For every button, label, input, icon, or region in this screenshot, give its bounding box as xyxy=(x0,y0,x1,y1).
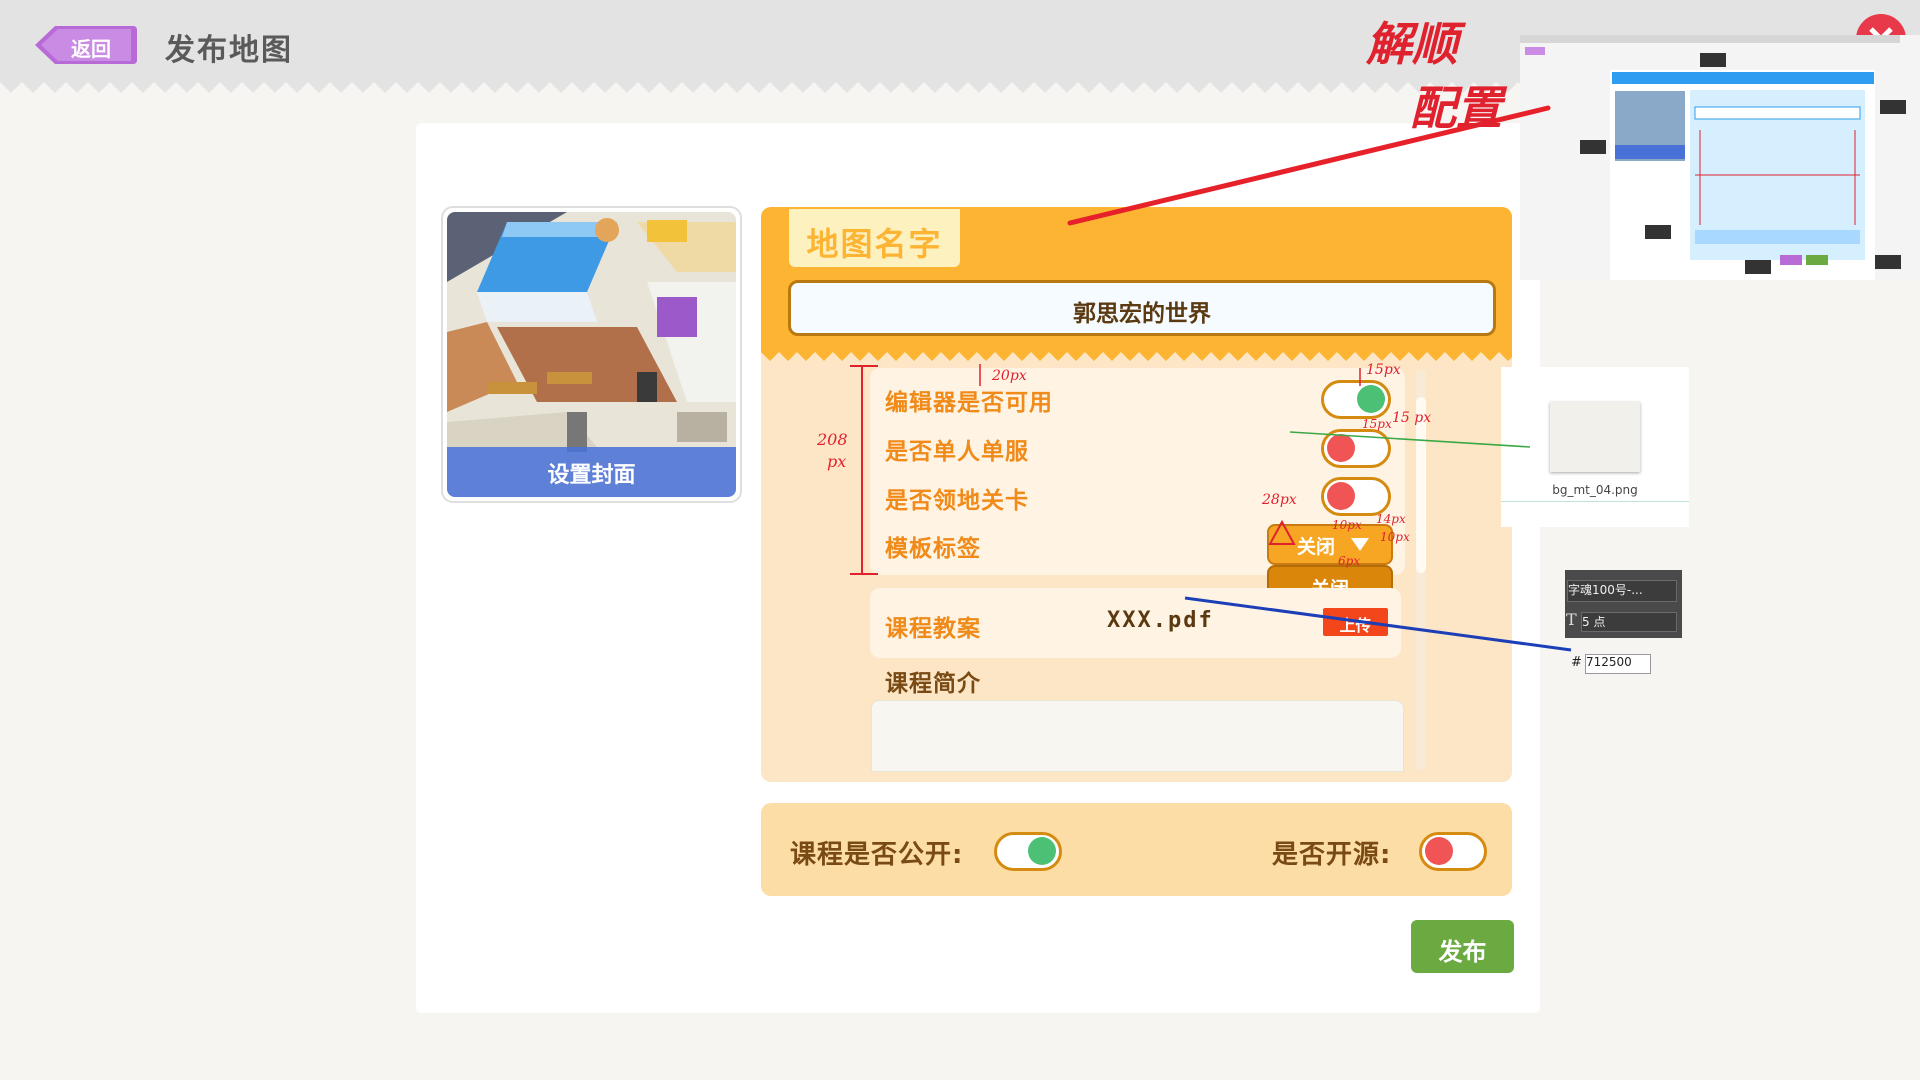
annotation-dim-10b: 10px xyxy=(1380,530,1410,544)
annotation-dim-15b: 15px xyxy=(1362,417,1392,431)
annotation-dim-20: 20px xyxy=(992,368,1027,384)
annotation-dim-px: px xyxy=(827,452,847,471)
annotation-dim-208: 208 xyxy=(817,430,848,449)
annotation-strokes xyxy=(850,105,1572,652)
annotation-note-line1: 解顺 xyxy=(1366,17,1458,71)
annotation-dim-6: 6px xyxy=(1338,554,1361,568)
annotation-dim-14: 14px xyxy=(1376,512,1406,526)
annotation-dim-15c: 15 px xyxy=(1392,410,1432,426)
annotation-note-line2: 配置 xyxy=(1410,81,1502,135)
annotation-dim-15a: 15px xyxy=(1366,362,1401,378)
annotation-dim-10a: 10px xyxy=(1332,518,1362,532)
annotation-dim-28: 28px xyxy=(1262,492,1297,508)
